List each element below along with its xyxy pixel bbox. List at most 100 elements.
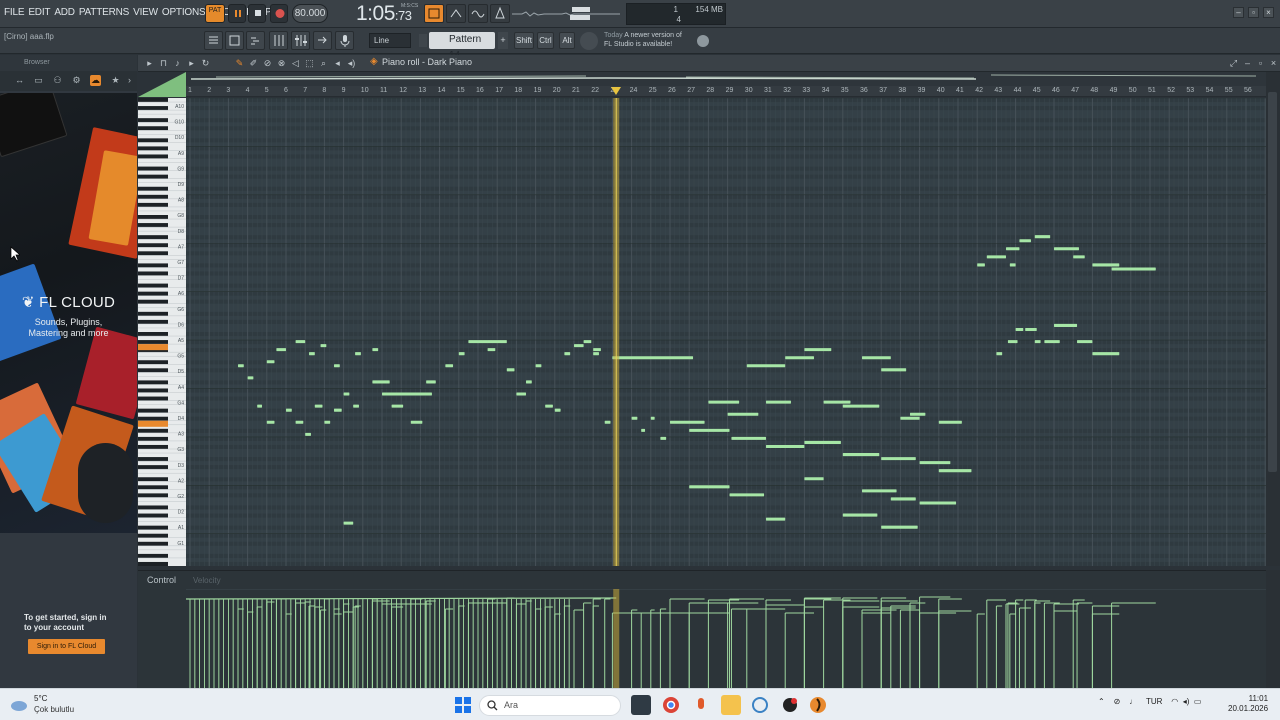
- midi-note[interactable]: [593, 352, 599, 356]
- black-key[interactable]: [138, 505, 168, 510]
- midi-note[interactable]: [516, 392, 526, 396]
- midi-note[interactable]: [1077, 340, 1093, 344]
- pencil-icon[interactable]: ✎: [234, 57, 245, 69]
- midi-note[interactable]: [689, 428, 730, 432]
- midi-note[interactable]: [766, 400, 791, 404]
- midi-note[interactable]: [266, 420, 275, 424]
- note-grid[interactable]: [186, 98, 1266, 566]
- midi-note[interactable]: [334, 364, 340, 368]
- control-scrollbar[interactable]: [1266, 570, 1280, 688]
- microphone-button[interactable]: [335, 31, 354, 50]
- midi-note[interactable]: [986, 255, 1006, 259]
- wait-button[interactable]: [468, 4, 488, 23]
- midi-note[interactable]: [823, 400, 851, 404]
- midi-note[interactable]: [487, 348, 496, 352]
- black-key[interactable]: [138, 166, 168, 171]
- black-key[interactable]: [138, 319, 168, 324]
- pr-close-icon[interactable]: ×: [1268, 57, 1279, 69]
- midi-note[interactable]: [900, 416, 920, 420]
- black-key[interactable]: [138, 186, 168, 191]
- detach-icon[interactable]: ⤢: [1228, 57, 1239, 69]
- mixer-button[interactable]: [269, 31, 288, 50]
- black-key[interactable]: [138, 493, 168, 498]
- midi-note[interactable]: [650, 416, 655, 420]
- black-key[interactable]: [138, 368, 168, 373]
- weather-desc[interactable]: Çok bulutlu: [34, 705, 74, 714]
- black-key[interactable]: [138, 477, 168, 482]
- midi-note[interactable]: [842, 453, 880, 457]
- midi-note[interactable]: [804, 440, 841, 444]
- midi-note[interactable]: [804, 348, 832, 352]
- file-explorer-icon[interactable]: [721, 695, 741, 715]
- black-key[interactable]: [138, 332, 168, 337]
- typing-keyboard-button[interactable]: [424, 4, 444, 23]
- shift-key-button[interactable]: Shift: [514, 32, 534, 49]
- black-key[interactable]: [138, 525, 168, 530]
- midi-note[interactable]: [426, 380, 436, 384]
- menu-add[interactable]: ADD: [54, 7, 75, 18]
- piano-roll-title[interactable]: Piano roll - Dark Piano: [382, 57, 472, 67]
- midi-note[interactable]: [593, 348, 601, 352]
- magnet-icon[interactable]: ⊓: [158, 57, 169, 69]
- eraser-icon[interactable]: ⊘: [262, 57, 273, 69]
- black-key[interactable]: [138, 235, 168, 240]
- menu-edit[interactable]: EDIT: [28, 7, 50, 18]
- midi-note[interactable]: [890, 497, 916, 501]
- midi-note[interactable]: [314, 404, 323, 408]
- settings-app-icon[interactable]: [750, 695, 770, 715]
- black-key[interactable]: [138, 408, 168, 413]
- windows-start-icon[interactable]: [455, 697, 471, 713]
- highlighted-key[interactable]: [138, 344, 168, 351]
- midi-note[interactable]: [1015, 327, 1024, 331]
- step-edit-button[interactable]: [446, 4, 466, 23]
- menu-view[interactable]: VIEW: [133, 7, 158, 18]
- play-circle-icon[interactable]: ▸: [186, 57, 197, 69]
- globe-icon[interactable]: [697, 35, 709, 47]
- midi-note[interactable]: [506, 368, 515, 372]
- gear-icon[interactable]: ⚙: [71, 75, 82, 86]
- black-key[interactable]: [138, 215, 168, 220]
- midi-note[interactable]: [731, 436, 766, 440]
- black-key[interactable]: [138, 126, 168, 131]
- midi-note[interactable]: [727, 412, 759, 416]
- black-key[interactable]: [138, 154, 168, 159]
- black-key[interactable]: [138, 98, 168, 103]
- midi-note[interactable]: [1111, 267, 1156, 271]
- midi-note[interactable]: [334, 408, 342, 412]
- black-key[interactable]: [138, 436, 168, 441]
- midi-note[interactable]: [468, 340, 507, 344]
- black-key[interactable]: [138, 174, 168, 179]
- midi-note[interactable]: [919, 461, 951, 465]
- cloud-icon[interactable]: ☁: [90, 75, 101, 86]
- plugin-picker-button[interactable]: [313, 31, 332, 50]
- midi-note[interactable]: [881, 525, 918, 529]
- metronome-button[interactable]: [490, 4, 510, 23]
- black-key[interactable]: [138, 106, 168, 111]
- task-view-icon[interactable]: [631, 695, 651, 715]
- midi-note[interactable]: [746, 364, 786, 368]
- midi-note[interactable]: [977, 263, 985, 267]
- more-icon[interactable]: ›: [124, 75, 135, 86]
- midi-note[interactable]: [1092, 352, 1120, 356]
- restore-icon[interactable]: ▫: [1248, 7, 1259, 18]
- midi-note[interactable]: [804, 477, 824, 481]
- black-key[interactable]: [138, 485, 168, 490]
- midi-note[interactable]: [910, 412, 926, 416]
- midi-note[interactable]: [564, 352, 571, 356]
- midi-note[interactable]: [631, 416, 638, 420]
- midi-note[interactable]: [372, 380, 390, 384]
- brush-icon[interactable]: ✐: [248, 57, 259, 69]
- midi-note[interactable]: [766, 444, 805, 448]
- wifi-icon[interactable]: ◠: [1171, 697, 1178, 706]
- pr-maximize-icon[interactable]: ▫: [1255, 57, 1266, 69]
- ctrl-key-button[interactable]: Ctrl: [537, 32, 554, 49]
- midi-note[interactable]: [276, 348, 286, 352]
- midi-note[interactable]: [766, 517, 786, 521]
- black-key[interactable]: [138, 396, 168, 401]
- battery-icon[interactable]: ▭: [1194, 697, 1202, 706]
- link-icon[interactable]: ⚇: [52, 75, 63, 86]
- midi-note[interactable]: [535, 364, 542, 368]
- midi-note[interactable]: [1054, 323, 1078, 327]
- fl-cloud-promo[interactable]: ❦ FL CLOUD Sounds, Plugins, Mastering an…: [0, 93, 137, 533]
- midi-note[interactable]: [545, 404, 553, 408]
